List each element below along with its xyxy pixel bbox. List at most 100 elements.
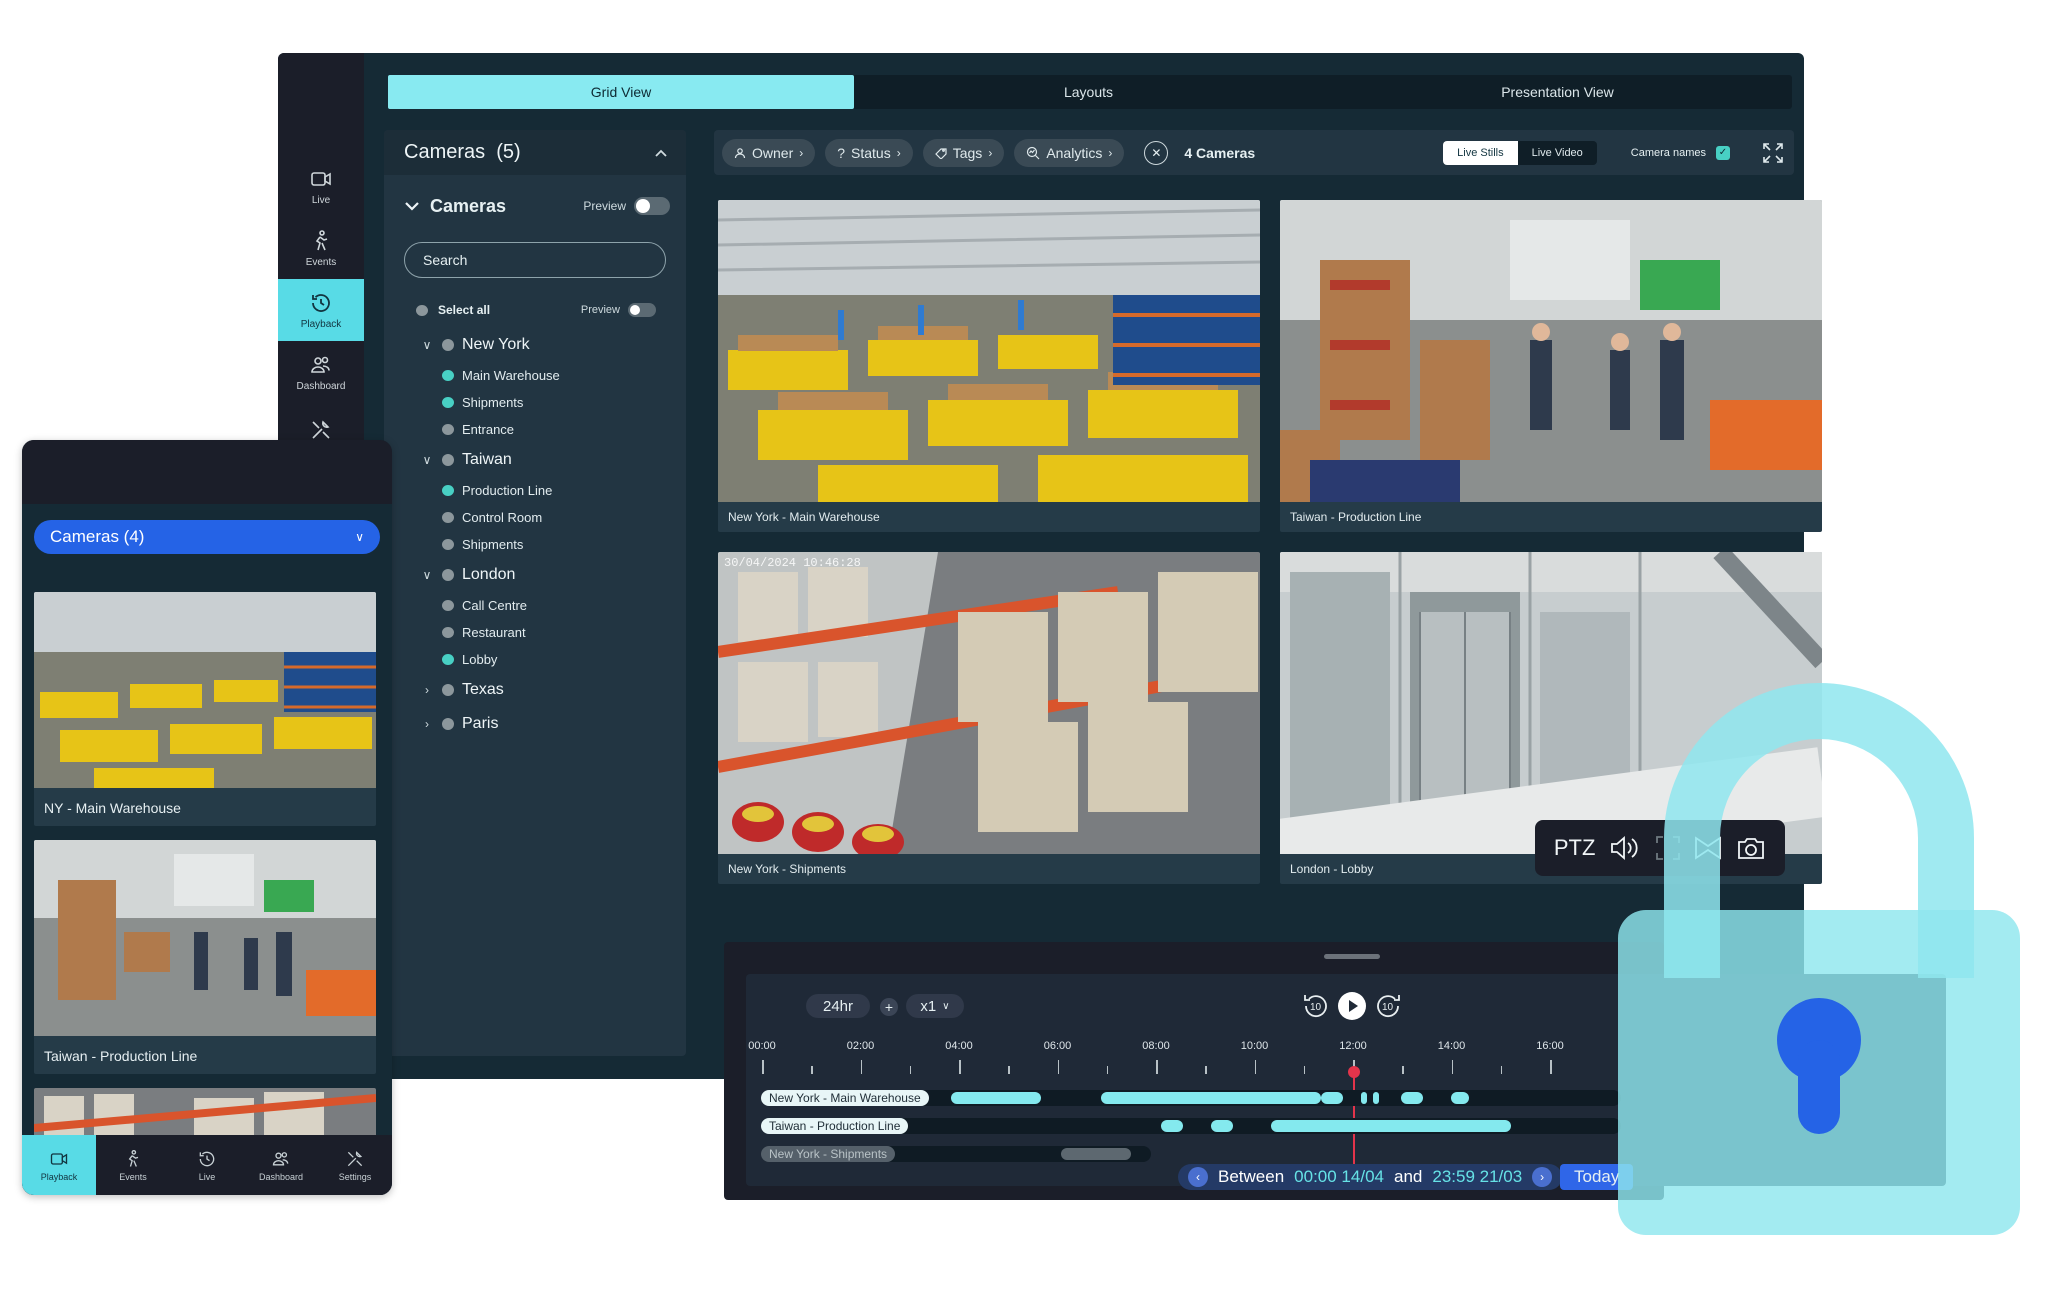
- fullscreen-button[interactable]: [1760, 140, 1786, 166]
- chevron-down-icon[interactable]: ∨: [420, 338, 434, 352]
- camera-item[interactable]: Shipments: [420, 531, 660, 558]
- camera-item[interactable]: Entrance: [420, 416, 660, 443]
- timeline-drag-handle[interactable]: [1324, 954, 1380, 959]
- tick-mark: [959, 1060, 961, 1074]
- unchecked-circle-icon[interactable]: [442, 627, 454, 638]
- checked-circle-icon[interactable]: [442, 654, 454, 665]
- playhead-knob[interactable]: [1348, 1066, 1360, 1078]
- recording-segment[interactable]: [951, 1092, 1041, 1104]
- camera-item[interactable]: Shipments: [420, 389, 660, 416]
- camera-group-texas[interactable]: › Texas: [420, 673, 660, 707]
- chevron-right-icon[interactable]: ›: [420, 683, 434, 697]
- camera-item[interactable]: Restaurant: [420, 619, 660, 646]
- date-range-from[interactable]: 00:00 14/04: [1294, 1167, 1384, 1187]
- tab-presentation-view[interactable]: Presentation View: [1323, 75, 1792, 109]
- camera-item[interactable]: Production Line: [420, 477, 660, 504]
- rail-item-live[interactable]: Live: [278, 155, 364, 217]
- chevron-down-icon[interactable]: [404, 200, 420, 212]
- camera-item[interactable]: Main Warehouse: [420, 362, 660, 389]
- recording-segment[interactable]: [1361, 1092, 1367, 1104]
- camera-item[interactable]: Lobby: [420, 646, 660, 673]
- recording-segment[interactable]: [1101, 1092, 1321, 1104]
- recording-segment[interactable]: [1211, 1120, 1233, 1132]
- phone-tab-settings[interactable]: Settings: [318, 1135, 392, 1195]
- group-checkbox[interactable]: [442, 339, 454, 351]
- playback-speed-value: x1: [920, 997, 937, 1015]
- rail-item-events[interactable]: Events: [278, 217, 364, 279]
- ptz-button[interactable]: PTZ: [1554, 835, 1596, 861]
- recording-segment[interactable]: [1061, 1148, 1131, 1160]
- camera-panel-header[interactable]: Cameras (5): [384, 130, 686, 175]
- checked-circle-icon[interactable]: [442, 485, 454, 496]
- next-range-button[interactable]: ›: [1532, 1167, 1553, 1187]
- checked-circle-icon[interactable]: [442, 397, 454, 408]
- phone-camera-select[interactable]: Cameras (4) ∨: [34, 520, 380, 554]
- filter-owner[interactable]: Owner ›: [722, 138, 816, 167]
- playback-speed-select[interactable]: x1 ∨: [906, 994, 964, 1018]
- preview-label: Preview: [583, 199, 626, 213]
- select-all-checkbox[interactable]: [416, 304, 428, 316]
- unchecked-circle-icon[interactable]: [442, 512, 454, 523]
- filter-analytics[interactable]: Analytics ›: [1014, 138, 1125, 167]
- camera-group-new-york[interactable]: ∨ New York: [420, 328, 660, 362]
- phone-tab-playback[interactable]: Playback: [22, 1135, 96, 1195]
- chevron-down-icon[interactable]: ∨: [420, 568, 434, 582]
- rail-item-dashboard[interactable]: Dashboard: [278, 341, 364, 403]
- camera-item[interactable]: Control Room: [420, 504, 660, 531]
- camera-search-input[interactable]: [404, 242, 666, 278]
- recording-segment[interactable]: [1271, 1120, 1511, 1132]
- filter-tags[interactable]: Tags ›: [922, 138, 1005, 167]
- phone-camera-card-production[interactable]: Taiwan - Production Line: [34, 840, 376, 1074]
- recording-segment[interactable]: [1321, 1092, 1343, 1104]
- phone-camera-card-warehouse[interactable]: NY - Main Warehouse: [34, 592, 376, 826]
- timeline-track[interactable]: New York - Shipments: [761, 1146, 1151, 1162]
- timeline-track[interactable]: New York - Main Warehouse: [761, 1090, 1621, 1106]
- chevron-down-icon[interactable]: ∨: [420, 453, 434, 467]
- date-range-to[interactable]: 23:59 21/03: [1432, 1167, 1522, 1187]
- unchecked-circle-icon[interactable]: [442, 539, 454, 550]
- camera-names-checkbox[interactable]: ✓: [1716, 145, 1730, 160]
- group-checkbox[interactable]: [442, 684, 454, 696]
- time-range-select[interactable]: 24hr: [806, 994, 870, 1018]
- select-all-row[interactable]: Select all Preview: [416, 300, 656, 320]
- recording-segment[interactable]: [1401, 1092, 1423, 1104]
- preview-toggle[interactable]: [634, 197, 670, 215]
- previous-range-button[interactable]: ‹: [1188, 1167, 1208, 1187]
- forward-10-button[interactable]: 10: [1372, 990, 1404, 1022]
- group-checkbox[interactable]: [442, 569, 454, 581]
- filter-status[interactable]: ? Status ›: [825, 138, 913, 167]
- tab-grid-view[interactable]: Grid View: [388, 75, 854, 109]
- timeline-track[interactable]: Taiwan - Production Line: [761, 1118, 1621, 1134]
- phone-tab-live[interactable]: Live: [170, 1135, 244, 1195]
- clear-filters-button[interactable]: ✕: [1144, 140, 1169, 165]
- recording-segment[interactable]: [1451, 1092, 1469, 1104]
- play-button[interactable]: [1336, 990, 1368, 1022]
- chevron-up-icon[interactable]: [654, 148, 668, 158]
- tab-layouts[interactable]: Layouts: [854, 75, 1323, 109]
- camera-group-london[interactable]: ∨ London: [420, 558, 660, 592]
- chevron-right-icon: ›: [896, 145, 901, 160]
- unchecked-circle-icon[interactable]: [442, 424, 454, 435]
- recording-segment[interactable]: [1161, 1120, 1183, 1132]
- live-video-button[interactable]: Live Video: [1518, 141, 1597, 165]
- camera-tile-main-warehouse[interactable]: New York - Main Warehouse: [718, 200, 1260, 532]
- chevron-right-icon[interactable]: ›: [420, 717, 434, 731]
- live-stills-button[interactable]: Live Stills: [1443, 140, 1518, 165]
- checked-circle-icon[interactable]: [442, 370, 454, 381]
- rewind-10-button[interactable]: 10: [1300, 990, 1332, 1022]
- phone-tab-events[interactable]: Events: [96, 1135, 170, 1195]
- camera-tile-shipments[interactable]: 30/04/2024 10:46:28 New York - Shipments: [718, 552, 1260, 884]
- camera-group-taiwan[interactable]: ∨ Taiwan: [420, 443, 660, 477]
- chevron-right-icon: ›: [799, 145, 804, 160]
- phone-tab-dashboard[interactable]: Dashboard: [244, 1135, 318, 1195]
- unchecked-circle-icon[interactable]: [442, 600, 454, 611]
- camera-group-paris[interactable]: › Paris: [420, 707, 660, 741]
- select-all-preview-toggle[interactable]: [628, 303, 656, 317]
- zoom-in-button[interactable]: +: [880, 998, 898, 1016]
- group-checkbox[interactable]: [442, 718, 454, 730]
- camera-tile-production-line[interactable]: Taiwan - Production Line: [1280, 200, 1822, 532]
- recording-segment[interactable]: [1373, 1092, 1379, 1104]
- camera-item[interactable]: Call Centre: [420, 592, 660, 619]
- group-checkbox[interactable]: [442, 454, 454, 466]
- rail-item-playback[interactable]: Playback: [278, 279, 364, 341]
